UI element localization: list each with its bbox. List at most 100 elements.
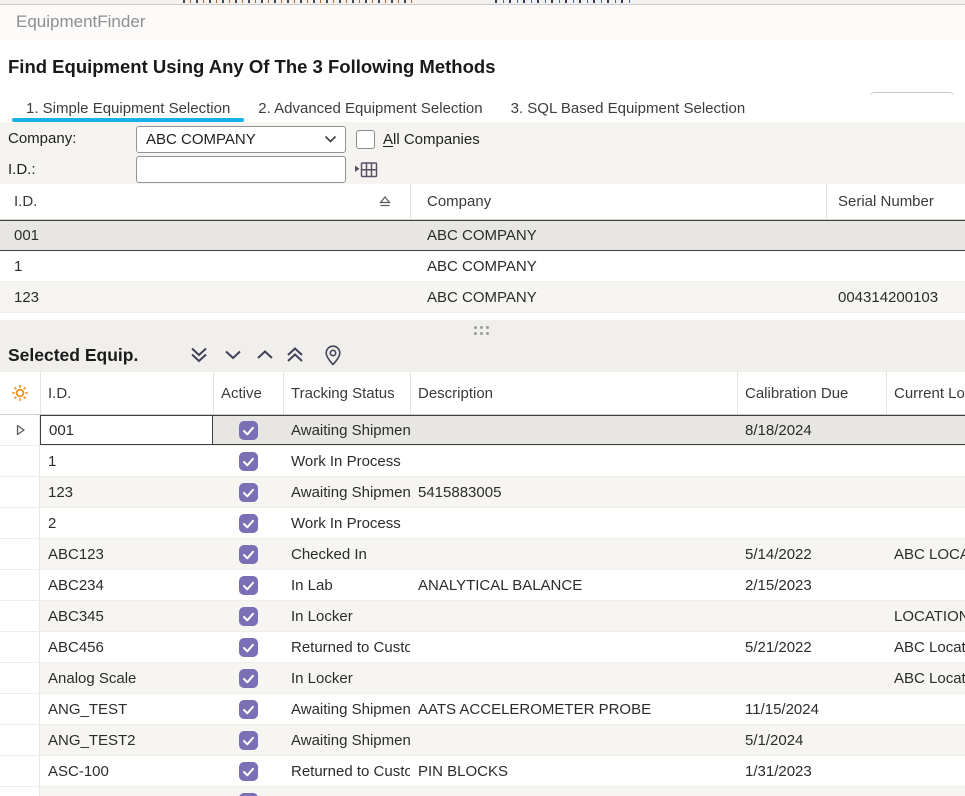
active-checkbox[interactable] xyxy=(239,421,258,440)
cell-calibration-due[interactable]: 2/15/2023 xyxy=(737,570,886,600)
row-indicator[interactable] xyxy=(0,508,40,538)
cell-calibration-due[interactable] xyxy=(737,663,886,693)
table-row[interactable]: ABC123Checked In5/14/2022ABC LOCAT xyxy=(0,539,965,570)
cell-id[interactable]: 123 xyxy=(0,289,410,306)
column-header-id[interactable]: I.D. xyxy=(0,184,410,219)
location-pin-icon[interactable] xyxy=(320,342,346,368)
cell-current-location[interactable]: ABC LOCAT xyxy=(886,539,965,569)
row-indicator[interactable] xyxy=(0,477,40,507)
cell-description[interactable] xyxy=(410,446,737,476)
cell-description[interactable] xyxy=(410,787,737,796)
tab-simple-equipment-selection[interactable]: 1. Simple Equipment Selection xyxy=(12,95,244,122)
move-to-bottom-icon[interactable] xyxy=(186,342,212,368)
cell-id[interactable]: ABC345 xyxy=(40,601,213,631)
tab-advanced-equipment-selection[interactable]: 2. Advanced Equipment Selection xyxy=(244,95,496,122)
cell-calibration-due[interactable]: 11/15/2024 xyxy=(737,694,886,724)
table-row[interactable]: ABC234In LabANALYTICAL BALANCE2/15/2023 xyxy=(0,570,965,601)
cell-id[interactable]: 001 xyxy=(40,415,213,445)
row-indicator[interactable] xyxy=(0,601,40,631)
table-row[interactable]: ANG_TEST2Awaiting Shipment5/1/2024 xyxy=(0,725,965,756)
cell-active[interactable] xyxy=(213,756,283,786)
active-checkbox[interactable] xyxy=(239,607,258,626)
cell-description[interactable]: 5415883005 xyxy=(410,477,737,507)
table-row[interactable]: ABC456Returned to Custor5/21/2022ABC Loc… xyxy=(0,632,965,663)
cell-description[interactable] xyxy=(410,415,737,445)
active-checkbox[interactable] xyxy=(239,638,258,657)
cell-tracking-status[interactable]: In Locker xyxy=(283,601,410,631)
row-indicator[interactable] xyxy=(0,787,40,796)
cell-tracking-status[interactable] xyxy=(283,787,410,796)
cell-description[interactable] xyxy=(410,663,737,693)
cell-calibration-due[interactable]: 5/21/2022 xyxy=(737,632,886,662)
cell-description[interactable] xyxy=(410,539,737,569)
row-indicator[interactable] xyxy=(0,539,40,569)
active-checkbox[interactable] xyxy=(239,762,258,781)
cell-tracking-status[interactable]: Returned to Custor xyxy=(283,632,410,662)
cell-description[interactable]: AATS ACCELEROMETER PROBE xyxy=(410,694,737,724)
cell-description[interactable] xyxy=(410,601,737,631)
row-indicator[interactable] xyxy=(0,694,40,724)
cell-active[interactable] xyxy=(213,539,283,569)
table-row[interactable]: ASC-100Returned to CustorPIN BLOCKS1/31/… xyxy=(0,756,965,787)
cell-calibration-due[interactable]: 1/31/2023 xyxy=(737,756,886,786)
cell-current-location[interactable] xyxy=(886,756,965,786)
column-header-company[interactable]: Company xyxy=(410,184,826,219)
active-checkbox[interactable] xyxy=(239,514,258,533)
table-row[interactable]: 123ABC COMPANY004314200103 xyxy=(0,282,965,313)
row-indicator[interactable] xyxy=(0,756,40,786)
cell-company[interactable]: ABC COMPANY xyxy=(410,227,826,244)
cell-id[interactable] xyxy=(40,787,213,796)
cell-current-location[interactable] xyxy=(886,415,965,445)
cell-description[interactable] xyxy=(410,508,737,538)
cell-company[interactable]: ABC COMPANY xyxy=(410,258,826,275)
table-row[interactable]: ABC345 In Locker LOCATION xyxy=(0,601,965,632)
cell-active[interactable] xyxy=(213,632,283,662)
cell-serial-number[interactable]: 004314200103 xyxy=(826,289,965,306)
cell-active[interactable] xyxy=(213,446,283,476)
splitter-handle[interactable] xyxy=(474,326,477,329)
cell-active[interactable] xyxy=(213,570,283,600)
row-indicator[interactable] xyxy=(0,725,40,755)
cell-id[interactable]: ASC-100 xyxy=(40,756,213,786)
table-row[interactable] xyxy=(0,787,965,796)
cell-current-location[interactable]: LOCATION xyxy=(886,601,965,631)
move-to-top-icon[interactable] xyxy=(282,342,308,368)
active-checkbox[interactable] xyxy=(239,452,258,471)
column-header-calibration-due[interactable]: Calibration Due xyxy=(737,372,886,414)
move-down-icon[interactable] xyxy=(220,342,246,368)
cell-current-location[interactable] xyxy=(886,570,965,600)
table-row[interactable]: 123Awaiting Shipment5415883005 xyxy=(0,477,965,508)
all-companies-checkbox[interactable] xyxy=(356,130,375,149)
cell-current-location[interactable] xyxy=(886,477,965,507)
cell-id[interactable]: ANG_TEST2 xyxy=(40,725,213,755)
active-checkbox[interactable] xyxy=(239,700,258,719)
cell-description[interactable] xyxy=(410,632,737,662)
cell-tracking-status[interactable]: Work In Process xyxy=(283,446,410,476)
cell-id[interactable]: Analog Scale xyxy=(40,663,213,693)
cell-id[interactable]: ANG_TEST xyxy=(40,694,213,724)
cell-current-location[interactable]: ABC Locatio xyxy=(886,632,965,662)
row-indicator[interactable] xyxy=(0,415,40,445)
active-checkbox[interactable] xyxy=(239,669,258,688)
column-header-description[interactable]: Description xyxy=(410,372,737,414)
active-checkbox[interactable] xyxy=(239,483,258,502)
active-checkbox[interactable] xyxy=(239,576,258,595)
cell-active[interactable] xyxy=(213,415,283,445)
cell-calibration-due[interactable]: 8/18/2024 xyxy=(737,415,886,445)
cell-calibration-due[interactable] xyxy=(737,787,886,796)
cell-calibration-due[interactable]: 5/14/2022 xyxy=(737,539,886,569)
cell-current-location[interactable] xyxy=(886,787,965,796)
id-input[interactable] xyxy=(136,156,346,183)
cell-id[interactable]: 2 xyxy=(40,508,213,538)
cell-calibration-due[interactable] xyxy=(737,508,886,538)
row-indicator[interactable] xyxy=(0,663,40,693)
cell-tracking-status[interactable]: Awaiting Shipment xyxy=(283,415,410,445)
tab-sql-equipment-selection[interactable]: 3. SQL Based Equipment Selection xyxy=(497,95,760,122)
cell-tracking-status[interactable]: In Lab xyxy=(283,570,410,600)
column-header-serial-number[interactable]: Serial Number xyxy=(826,184,965,219)
cell-current-location[interactable]: ABC Locatio xyxy=(886,663,965,693)
table-row[interactable]: Analog ScaleIn LockerABC Locatio xyxy=(0,663,965,694)
cell-id[interactable]: 123 xyxy=(40,477,213,507)
cell-tracking-status[interactable]: Checked In xyxy=(283,539,410,569)
move-up-icon[interactable] xyxy=(252,342,278,368)
